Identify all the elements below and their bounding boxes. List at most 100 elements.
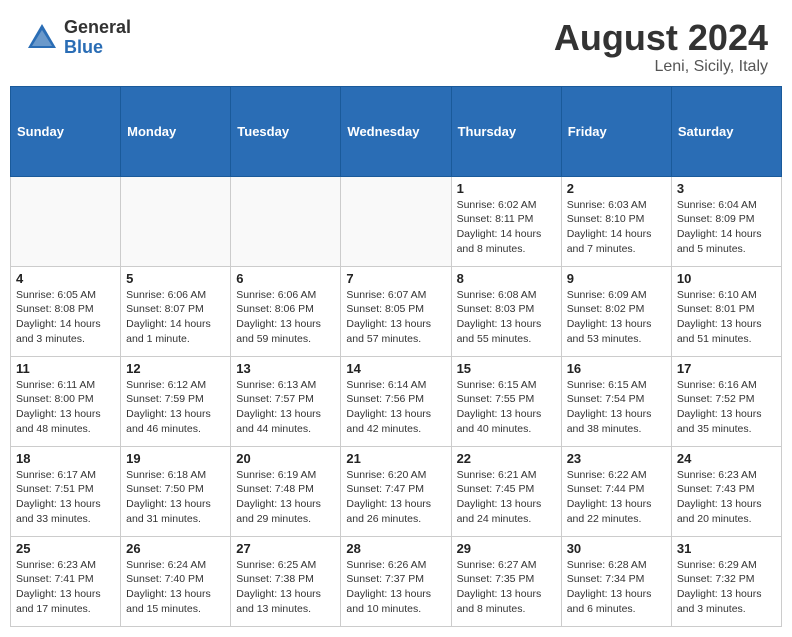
day-number: 15 <box>457 361 556 376</box>
day-info: Sunrise: 6:09 AMSunset: 8:02 PMDaylight:… <box>567 288 666 347</box>
week-row-4: 18 Sunrise: 6:17 AMSunset: 7:51 PMDayligh… <box>11 446 782 536</box>
logo-icon <box>24 20 60 56</box>
day-info: Sunrise: 6:10 AMSunset: 8:01 PMDaylight:… <box>677 288 776 347</box>
day-cell: 26Sunrise: 6:24 AMSunset: 7:40 PMDayligh… <box>121 536 231 626</box>
day-number: 13 <box>236 361 335 376</box>
day-number: 20 <box>236 451 335 466</box>
day-number: 3 <box>677 181 776 196</box>
day-cell: 25 Sunrise: 6:23 AMSunset: 7:41 PMDayligh… <box>11 536 121 626</box>
day-info: Sunrise: 6:20 AMSunset: 7:47 PMDaylight:… <box>346 468 445 527</box>
day-info: Sunrise: 6:23 AMSunset: 7:43 PMDaylight:… <box>677 468 776 527</box>
day-info: Sunrise: 6:02 AMSunset: 8:11 PMDaylight:… <box>457 198 556 257</box>
day-cell: 1Sunrise: 6:02 AMSunset: 8:11 PMDaylight… <box>451 176 561 266</box>
day-number: 22 <box>457 451 556 466</box>
day-info: Sunrise: 6:03 AMSunset: 8:10 PMDaylight:… <box>567 198 666 257</box>
day-cell <box>341 176 451 266</box>
day-info: Sunrise: 6:23 AMSunset: 7:41 PMDaylight:… <box>16 558 115 617</box>
day-cell: 7Sunrise: 6:07 AMSunset: 8:05 PMDaylight… <box>341 266 451 356</box>
day-number: 10 <box>677 271 776 286</box>
day-cell: 21 Sunrise: 6:20 AMSunset: 7:47 PMDayligh… <box>341 446 451 536</box>
month-title: August 2024 <box>554 18 768 58</box>
day-number: 14 <box>346 361 445 376</box>
day-cell: 31 Sunrise: 6:29 AMSunset: 7:32 PMDayligh… <box>671 536 781 626</box>
day-info: Sunrise: 6:26 AMSunset: 7:37 PMDaylight:… <box>346 558 445 617</box>
day-info: Sunrise: 6:19 AMSunset: 7:48 PMDaylight:… <box>236 468 335 527</box>
day-info: Sunrise: 6:13 AMSunset: 7:57 PMDaylight:… <box>236 378 335 437</box>
day-cell: 18 Sunrise: 6:17 AMSunset: 7:51 PMDayligh… <box>11 446 121 536</box>
day-cell: 17 Sunrise: 6:16 AMSunset: 7:52 PMDayligh… <box>671 356 781 446</box>
day-info: Sunrise: 6:18 AMSunset: 7:50 PMDaylight:… <box>126 468 225 527</box>
day-cell: 28 Sunrise: 6:26 AMSunset: 7:37 PMDayligh… <box>341 536 451 626</box>
day-info: Sunrise: 6:05 AMSunset: 8:08 PMDaylight:… <box>16 288 115 347</box>
day-info: Sunrise: 6:14 AMSunset: 7:56 PMDaylight:… <box>346 378 445 437</box>
day-cell: 6Sunrise: 6:06 AMSunset: 8:06 PMDaylight… <box>231 266 341 356</box>
day-info: Sunrise: 6:28 AMSunset: 7:34 PMDaylight:… <box>567 558 666 617</box>
calendar-table: SundayMondayTuesdayWednesdayThursdayFrid… <box>10 86 782 627</box>
day-cell: 14 Sunrise: 6:14 AMSunset: 7:56 PMDayligh… <box>341 356 451 446</box>
logo-general: General <box>64 18 131 38</box>
week-row-5: 25 Sunrise: 6:23 AMSunset: 7:41 PMDayligh… <box>11 536 782 626</box>
day-info: Sunrise: 6:17 AMSunset: 7:51 PMDaylight:… <box>16 468 115 527</box>
day-info: Sunrise: 6:29 AMSunset: 7:32 PMDaylight:… <box>677 558 776 617</box>
day-info: Sunrise: 6:12 AMSunset: 7:59 PMDaylight:… <box>126 378 225 437</box>
day-number: 6 <box>236 271 335 286</box>
day-number: 8 <box>457 271 556 286</box>
day-number: 16 <box>567 361 666 376</box>
day-info: Sunrise: 6:24 AMSunset: 7:40 PMDaylight:… <box>126 558 225 617</box>
day-number: 28 <box>346 541 445 556</box>
day-info: Sunrise: 6:16 AMSunset: 7:52 PMDaylight:… <box>677 378 776 437</box>
day-cell: 5 Sunrise: 6:06 AMSunset: 8:07 PMDaylight… <box>121 266 231 356</box>
day-number: 11 <box>16 361 115 376</box>
day-info: Sunrise: 6:21 AMSunset: 7:45 PMDaylight:… <box>457 468 556 527</box>
day-info: Sunrise: 6:25 AMSunset: 7:38 PMDaylight:… <box>236 558 335 617</box>
day-number: 5 <box>126 271 225 286</box>
calendar: SundayMondayTuesdayWednesdayThursdayFrid… <box>0 86 792 637</box>
day-cell: 22 Sunrise: 6:21 AMSunset: 7:45 PMDayligh… <box>451 446 561 536</box>
day-cell <box>11 176 121 266</box>
day-number: 9 <box>567 271 666 286</box>
day-number: 31 <box>677 541 776 556</box>
day-number: 4 <box>16 271 115 286</box>
day-cell: 23Sunrise: 6:22 AMSunset: 7:44 PMDayligh… <box>561 446 671 536</box>
weekday-header-row: SundayMondayTuesdayWednesdayThursdayFrid… <box>11 86 782 176</box>
day-cell <box>121 176 231 266</box>
day-cell: 9 Sunrise: 6:09 AMSunset: 8:02 PMDaylight… <box>561 266 671 356</box>
weekday-thursday: Thursday <box>451 86 561 176</box>
day-info: Sunrise: 6:08 AMSunset: 8:03 PMDaylight:… <box>457 288 556 347</box>
day-cell: 2 Sunrise: 6:03 AMSunset: 8:10 PMDaylight… <box>561 176 671 266</box>
location: Leni, Sicily, Italy <box>554 58 768 76</box>
day-number: 25 <box>16 541 115 556</box>
day-number: 18 <box>16 451 115 466</box>
day-cell: 29Sunrise: 6:27 AMSunset: 7:35 PMDayligh… <box>451 536 561 626</box>
header: General Blue August 2024 Leni, Sicily, I… <box>0 0 792 86</box>
day-cell: 16 Sunrise: 6:15 AMSunset: 7:54 PMDayligh… <box>561 356 671 446</box>
logo-blue: Blue <box>64 38 131 58</box>
day-cell: 20 Sunrise: 6:19 AMSunset: 7:48 PMDayligh… <box>231 446 341 536</box>
day-number: 12 <box>126 361 225 376</box>
day-number: 2 <box>567 181 666 196</box>
weekday-saturday: Saturday <box>671 86 781 176</box>
day-info: Sunrise: 6:15 AMSunset: 7:54 PMDaylight:… <box>567 378 666 437</box>
day-number: 24 <box>677 451 776 466</box>
day-number: 21 <box>346 451 445 466</box>
day-number: 19 <box>126 451 225 466</box>
day-cell: 13 Sunrise: 6:13 AMSunset: 7:57 PMDayligh… <box>231 356 341 446</box>
day-cell: 19 Sunrise: 6:18 AMSunset: 7:50 PMDayligh… <box>121 446 231 536</box>
day-cell: 27 Sunrise: 6:25 AMSunset: 7:38 PMDayligh… <box>231 536 341 626</box>
day-info: Sunrise: 6:15 AMSunset: 7:55 PMDaylight:… <box>457 378 556 437</box>
day-number: 27 <box>236 541 335 556</box>
day-number: 30 <box>567 541 666 556</box>
day-cell: 30 Sunrise: 6:28 AMSunset: 7:34 PMDayligh… <box>561 536 671 626</box>
day-number: 17 <box>677 361 776 376</box>
day-info: Sunrise: 6:07 AMSunset: 8:05 PMDaylight:… <box>346 288 445 347</box>
day-info: Sunrise: 6:11 AMSunset: 8:00 PMDaylight:… <box>16 378 115 437</box>
day-cell: 10 Sunrise: 6:10 AMSunset: 8:01 PMDayligh… <box>671 266 781 356</box>
day-info: Sunrise: 6:06 AMSunset: 8:07 PMDaylight:… <box>126 288 225 347</box>
day-cell: 24 Sunrise: 6:23 AMSunset: 7:43 PMDayligh… <box>671 446 781 536</box>
weekday-wednesday: Wednesday <box>341 86 451 176</box>
day-info: Sunrise: 6:22 AMSunset: 7:44 PMDaylight:… <box>567 468 666 527</box>
title-block: August 2024 Leni, Sicily, Italy <box>554 18 768 76</box>
week-row-1: 1Sunrise: 6:02 AMSunset: 8:11 PMDaylight… <box>11 176 782 266</box>
day-cell: 4 Sunrise: 6:05 AMSunset: 8:08 PMDaylight… <box>11 266 121 356</box>
day-cell: 12 Sunrise: 6:12 AMSunset: 7:59 PMDayligh… <box>121 356 231 446</box>
